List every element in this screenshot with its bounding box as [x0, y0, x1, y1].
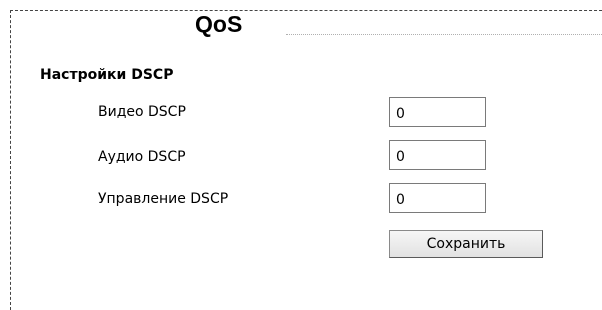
- dscp-section-heading: Настройки DSCP: [40, 67, 174, 83]
- video-dscp-label: Видео DSCP: [98, 104, 186, 120]
- control-dscp-input[interactable]: [389, 183, 486, 213]
- title-divider: [286, 34, 602, 35]
- control-dscp-label: Управление DSCP: [98, 191, 229, 207]
- save-button[interactable]: Сохранить: [389, 230, 543, 258]
- page-title: QoS: [195, 11, 243, 37]
- video-dscp-input[interactable]: [389, 97, 486, 127]
- audio-dscp-input[interactable]: [389, 140, 486, 170]
- audio-dscp-label: Аудио DSCP: [98, 149, 186, 165]
